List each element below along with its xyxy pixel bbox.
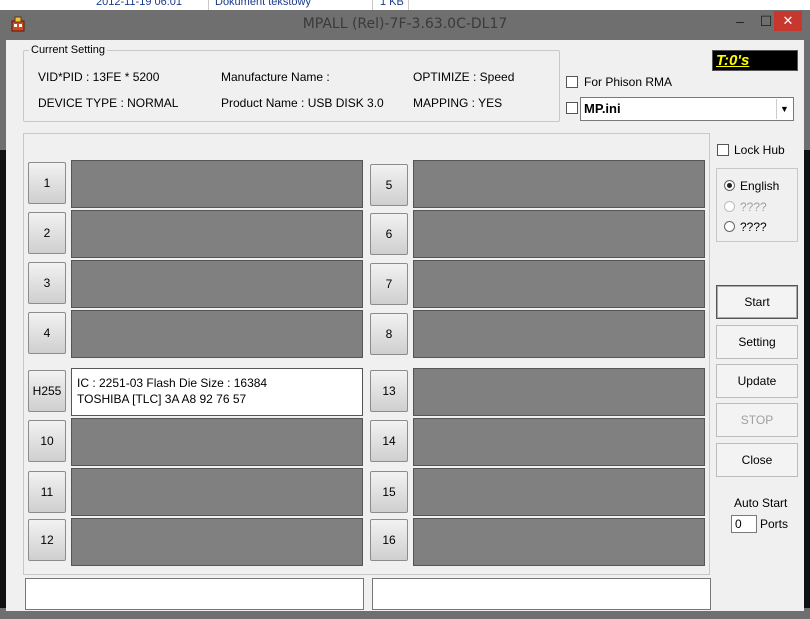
close-window-button[interactable]: ✕	[774, 11, 802, 31]
port-button[interactable]: 4	[28, 312, 66, 354]
port-button[interactable]: 13	[370, 370, 408, 412]
port-button[interactable]: 15	[370, 471, 408, 513]
port-slot	[413, 160, 705, 208]
port-slot	[71, 518, 363, 566]
port-slot	[71, 310, 363, 358]
file-type: Dokument tekstowy	[215, 0, 311, 8]
port-button[interactable]: 2	[28, 212, 66, 254]
current-setting-group	[23, 50, 560, 122]
port-button[interactable]: 14	[370, 420, 408, 462]
message-box-right	[372, 578, 711, 610]
port-info-panel: IC : 2251-03 Flash Die Size : 16384 TOSH…	[71, 368, 363, 416]
file-size: 1 KB	[380, 0, 404, 8]
port-slot	[71, 260, 363, 308]
port-slot	[71, 160, 363, 208]
language-label-3: ????	[740, 220, 767, 234]
port-button[interactable]: 1	[28, 162, 66, 204]
port-button[interactable]: 10	[28, 420, 66, 462]
message-box-left	[25, 578, 364, 610]
language-label-2: ????	[740, 200, 767, 214]
update-button[interactable]: Update	[716, 364, 798, 398]
chevron-down-icon[interactable]: ▼	[776, 99, 792, 119]
close-button[interactable]: Close	[716, 443, 798, 477]
start-button[interactable]: Start	[716, 285, 798, 319]
flash-ic-info: IC : 2251-03 Flash Die Size : 16384	[77, 376, 268, 390]
timer-display: T:0's	[712, 50, 798, 71]
language-radio-english[interactable]	[724, 180, 735, 191]
ports-label: Ports	[760, 517, 789, 531]
port-slot	[71, 418, 363, 466]
mapping-label: MAPPING : YES	[413, 96, 503, 110]
port-slot	[413, 210, 705, 258]
port-slot	[71, 468, 363, 516]
port-slot	[413, 310, 705, 358]
language-radio-3[interactable]	[724, 221, 735, 232]
port-button[interactable]: 7	[370, 263, 408, 305]
port-slot	[413, 260, 705, 308]
port-slot	[413, 518, 705, 566]
optimize-label: OPTIMIZE : Speed	[413, 70, 515, 84]
ini-select-value: MP.ini	[584, 101, 621, 116]
port-button[interactable]: 11	[28, 471, 66, 513]
window-right-edge	[804, 150, 810, 608]
minimize-button[interactable]: –	[727, 11, 753, 31]
auto-start-ports-input[interactable]: 0	[731, 515, 757, 533]
setting-button[interactable]: Setting	[716, 325, 798, 359]
flash-id-info: TOSHIBA [TLC] 3A A8 92 76 57	[77, 392, 247, 406]
auto-start-label: Auto Start	[734, 496, 788, 510]
port-button[interactable]: 12	[28, 519, 66, 561]
phison-rma-label: For Phison RMA	[584, 75, 673, 89]
port-button[interactable]: 16	[370, 519, 408, 561]
language-radio-2[interactable]	[724, 201, 735, 212]
vid-pid-label: VID*PID : 13FE * 5200	[38, 70, 160, 84]
window-title: MPALL (Rel)-7F-3.63.0C-DL17	[302, 16, 508, 32]
phison-rma-checkbox[interactable]	[566, 76, 578, 88]
language-label-english: English	[740, 179, 780, 193]
background-file-listing: 2012-11-19 06:01 Dokument tekstowy 1 KB	[0, 0, 810, 10]
port-button[interactable]: 3	[28, 262, 66, 304]
port-slot	[413, 468, 705, 516]
product-name-label: Product Name : USB DISK 3.0	[221, 96, 384, 110]
file-date: 2012-11-19 06:01	[96, 0, 183, 8]
current-setting-label: Current Setting	[29, 44, 107, 56]
port-slot	[413, 368, 705, 416]
port-button[interactable]: 6	[370, 213, 408, 255]
ini-checkbox[interactable]	[566, 102, 578, 114]
device-type-label: DEVICE TYPE : NORMAL	[38, 96, 179, 110]
port-button[interactable]: 5	[370, 164, 408, 206]
manufacture-name-label: Manufacture Name :	[221, 70, 330, 84]
port-button[interactable]: H255	[28, 370, 66, 412]
lock-hub-label: Lock Hub	[734, 143, 785, 157]
port-slot	[71, 210, 363, 258]
lock-hub-checkbox[interactable]	[717, 144, 729, 156]
stop-button[interactable]: STOP	[716, 403, 798, 437]
port-slot	[413, 418, 705, 466]
port-button[interactable]: 8	[370, 313, 408, 355]
